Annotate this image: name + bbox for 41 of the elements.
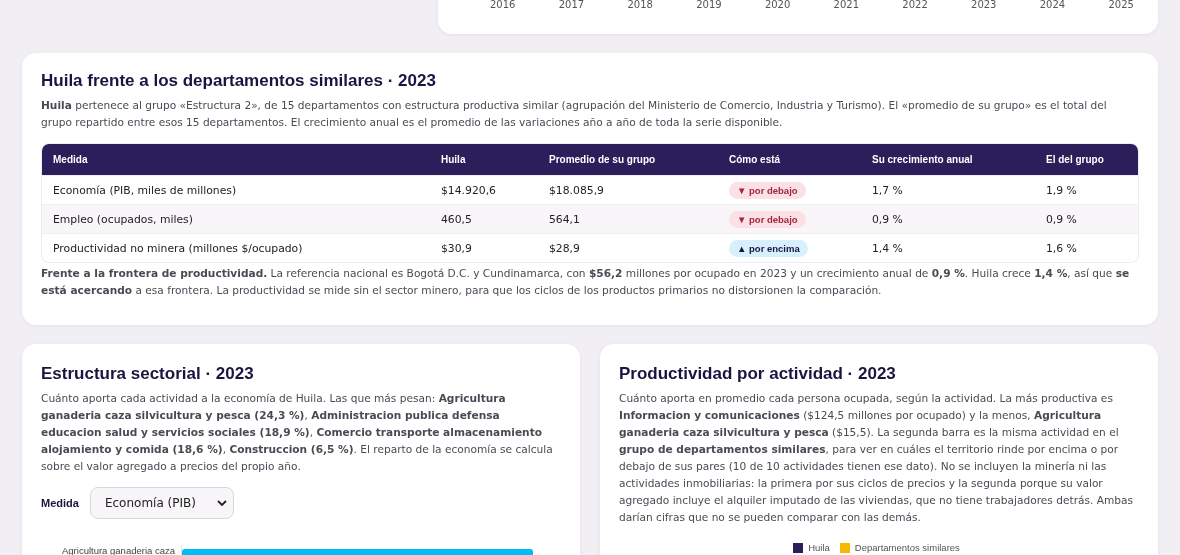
column-header: Cómo está [718, 144, 861, 175]
intro-text: Huila pertenece al grupo «Estructura 2», de 15 departamentos con estructura productiva similar (agrupación del Ministerio de Comercio, Industria y Turismo). El «promedio de su grupo» es el total del grupo repartido entre esos 15 departamentos. El crecimiento anual es el promedio de las variaciones año a año de toda la serie disponible. [41, 98, 1108, 130]
section-title: Huila frente a los departamentos similares · 2023 [41, 71, 437, 91]
axis-label: 2020 [764, 0, 791, 10]
column-header: Medida [42, 144, 430, 175]
table-cell: 1,4 % [861, 233, 1035, 262]
table-cell: Empleo (ocupados, miles) [42, 204, 430, 233]
column-header: Su crecimiento anual [861, 144, 1035, 175]
chevron-icon [216, 499, 227, 507]
axis-label: 2022 [902, 0, 928, 10]
legend-label: Departamentos similares [854, 542, 960, 553]
note-text: Frente a la frontera de productividad. La referencia nacional es Bogotá D.C. y Cundinamarca, con $56,2 millones por ocupado en 2023 y un crecimiento anual de 0,9 %. Huila crece 1,4 %, así que se está acercando a esa frontera. La productividad se mide sin el sector minero, para que los ciclos de los productos primarios no distorsionen la comparación. [41, 266, 1131, 298]
field-label: Medida [41, 497, 79, 509]
axis-label: 2021 [833, 0, 860, 10]
table-cell: 564,1 [538, 204, 718, 233]
section-title: Estructura sectorial · 2023 [41, 364, 255, 384]
column-header: Promedio de su grupo [538, 144, 718, 175]
table-cell: 0,9 % [1035, 204, 1138, 233]
description-text: Cuánto aporta en promedio cada persona ocupada, según la actividad. La más productiva es Informacion y comunicaciones ($124,5 millones por ocupado) y la menos, Agricultura ganaderia caza silvicultura y pesca ($15,5). La segunda barra es la misma actividad en el grupo de departamentos similares, para ver en cuáles el territorio rinde por encima o por debajo de sus pares (10 de 10 actividades tienen ese dato). No se incluyen la minería ni las actividades inmobiliarias: la primera por sus ciclos de precios y la segunda porque su valor agregado incluye el alquiler imputado de las viviendas, que no tiene trabajadores detrás. Ambas darían cifras que no se pueden comparar con las demás. [619, 391, 1135, 525]
status-badge: ▲ por encima [729, 239, 808, 257]
axis-label: 2018 [627, 0, 653, 10]
table-cell: $30,9 [430, 233, 538, 262]
section-title: Productividad por actividad · 2023 [619, 364, 897, 384]
table-cell: 460,5 [430, 204, 538, 233]
status-badge: ▼ por debajo [729, 181, 806, 199]
table-cell: 0,9 % [861, 204, 1035, 233]
column-header: El del grupo [1035, 144, 1138, 175]
status-badge: ▼ por debajo [729, 210, 806, 228]
table-cell: 1,6 % [1035, 233, 1138, 262]
table-cell: Productividad no minera (millones $/ocupado) [42, 233, 430, 262]
description-text: Cuánto aporta cada actividad a la economía de Huila. Las que más pesan: Agricultura ganaderia caza silvicultura y pesca (24,3 %), Administracion publica defensa educacion salud y servicios sociales (18,9 %), Comercio transporte almacenamiento alojamiento y comida (18,6 %), Construccion (6,5 %). El reparto de la economía se calcula sobre el valor agregado a precios del propio año. [41, 391, 554, 474]
legend-label: Huila [808, 542, 830, 553]
axis-label: 2019 [696, 0, 722, 10]
axis-label: 2025 [1108, 0, 1134, 10]
table-cell: $28,9 [538, 233, 718, 262]
column-header: Huila [430, 144, 538, 175]
measure-select[interactable]: Economía (PIB) [89, 487, 234, 519]
axis-label: 2023 [971, 0, 997, 10]
axis-label: 2017 [558, 0, 585, 10]
axis-label: 2024 [1039, 0, 1066, 10]
axis-label: 2016 [490, 0, 516, 10]
